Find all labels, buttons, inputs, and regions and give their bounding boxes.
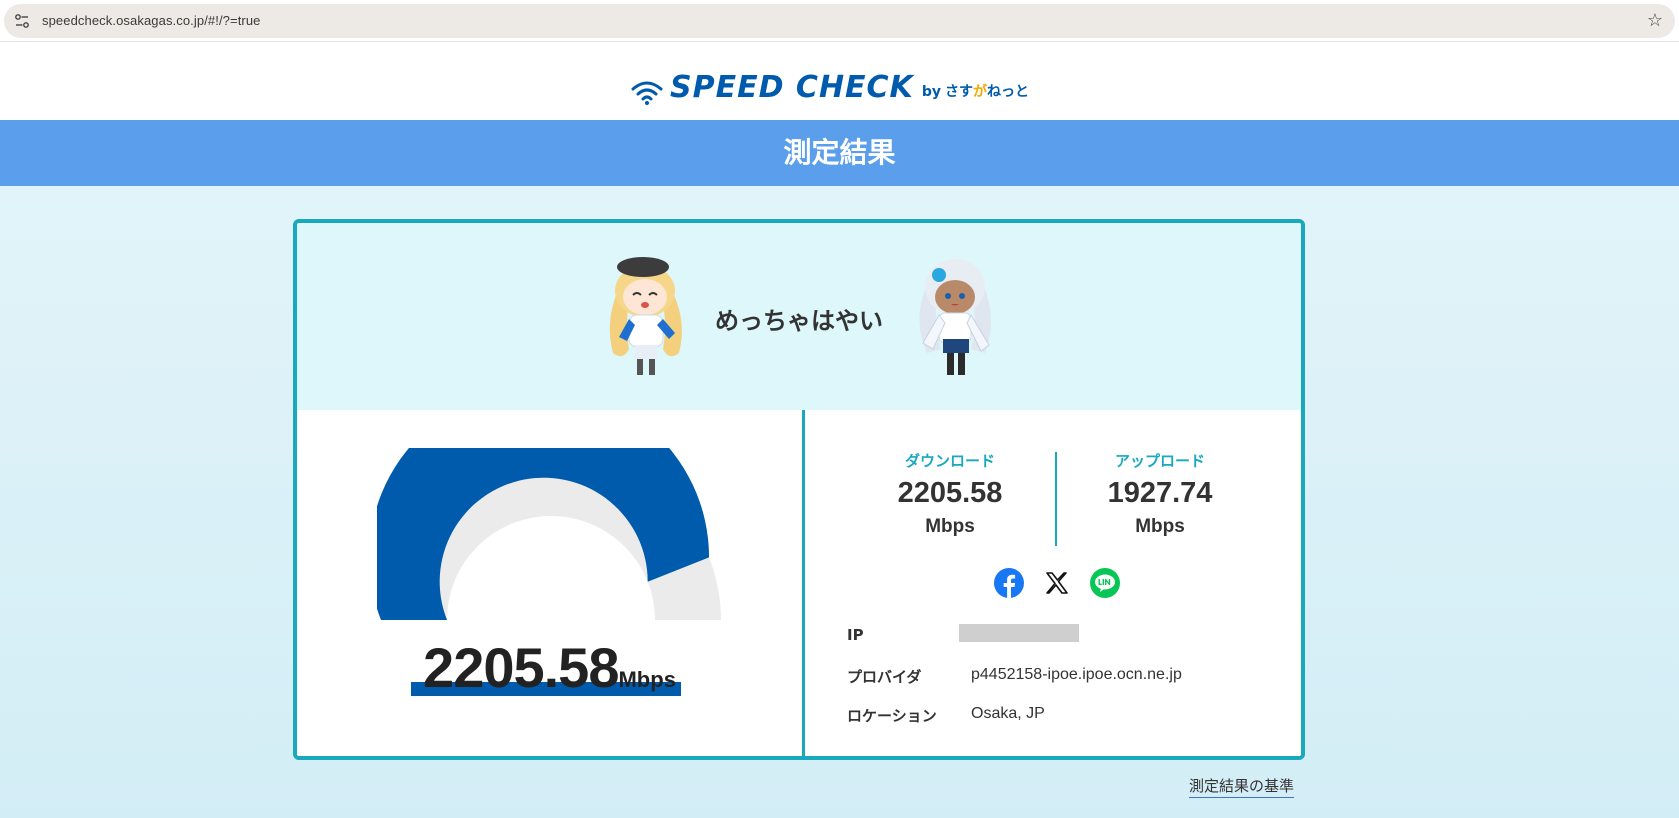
speed-gauge-panel: 2205.58Mbps bbox=[297, 410, 802, 756]
speed-gauge bbox=[377, 448, 721, 620]
upload-value: 1927.74 bbox=[1107, 477, 1213, 509]
download-stat: ダウンロード 2205.58 Mbps bbox=[845, 450, 1055, 538]
download-value: 2205.58 bbox=[897, 477, 1003, 509]
url-text[interactable]: speedcheck.osakagas.co.jp/#!/?=true bbox=[42, 13, 261, 28]
speed-unit: Mbps bbox=[618, 667, 676, 692]
location-label: ロケーション bbox=[847, 707, 937, 725]
upload-stat: アップロード 1927.74 Mbps bbox=[1055, 450, 1265, 538]
download-unit: Mbps bbox=[925, 516, 975, 537]
speed-readout: 2205.58Mbps bbox=[297, 635, 802, 700]
verdict-text: めっちゃはやい bbox=[715, 307, 883, 335]
logo-brand: さすがねっと bbox=[945, 78, 1029, 106]
speed-value: 2205.58 bbox=[423, 636, 619, 699]
logo-brand-part-b: が bbox=[972, 84, 987, 100]
wifi-icon bbox=[631, 81, 663, 105]
upload-unit: Mbps bbox=[1135, 516, 1185, 537]
upload-label: アップロード bbox=[1114, 452, 1205, 470]
facebook-icon[interactable] bbox=[993, 567, 1025, 599]
verdict-panel: めっちゃはやい bbox=[297, 223, 1301, 410]
browser-address-bar: speedcheck.osakagas.co.jp/#!/?=true ☆ bbox=[0, 0, 1679, 42]
site-header: SPEED CHECK by さすがねっと bbox=[0, 42, 1679, 120]
logo-wordmark: SPEED CHECK bbox=[670, 70, 914, 105]
logo-by: by bbox=[921, 84, 941, 100]
speed-details-panel: ダウンロード 2205.58 Mbps アップロード 1927.74 Mbps bbox=[805, 410, 1301, 756]
provider-label: プロバイダ bbox=[847, 668, 922, 686]
result-card: めっちゃはやい 2205.58Mbps ダウンロード 2205.58 Mbps … bbox=[293, 219, 1305, 760]
site-settings-icon[interactable] bbox=[14, 13, 30, 29]
x-icon[interactable] bbox=[1041, 567, 1073, 599]
logo-brand-part-a: さす bbox=[944, 84, 973, 100]
share-buttons bbox=[993, 567, 1121, 599]
logo-brand-part-c: ねっと bbox=[986, 84, 1029, 100]
ip-value-redacted bbox=[959, 624, 1079, 642]
ip-label: IP bbox=[847, 626, 864, 644]
location-value: Osaka, JP bbox=[971, 705, 1045, 722]
url-field[interactable]: speedcheck.osakagas.co.jp/#!/?=true ☆ bbox=[4, 4, 1675, 38]
download-label: ダウンロード bbox=[904, 452, 995, 470]
bookmark-star-icon[interactable]: ☆ bbox=[1647, 10, 1663, 31]
speed-check-logo[interactable]: SPEED CHECK by さすがねっと bbox=[630, 66, 1029, 106]
mascot-right-illustration bbox=[919, 259, 991, 375]
line-icon[interactable] bbox=[1089, 567, 1121, 599]
criteria-link[interactable]: 測定結果の基準 bbox=[1189, 775, 1295, 798]
provider-value: p4452158-ipoe.ipoe.ocn.ne.jp bbox=[971, 666, 1182, 683]
page-title: 測定結果 bbox=[0, 120, 1679, 186]
